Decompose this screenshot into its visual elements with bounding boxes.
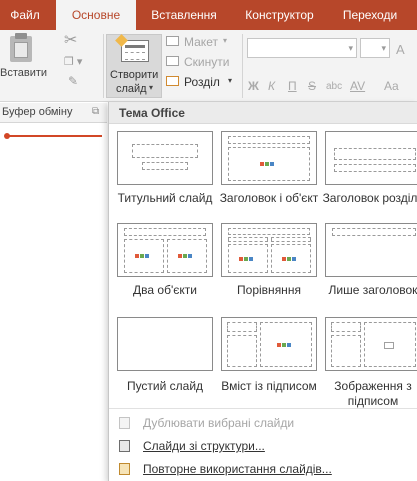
grow-font-button[interactable]: A (396, 42, 405, 57)
placeholder (331, 322, 361, 332)
layout-thumbnail (221, 317, 317, 371)
new-slide-label-line2: слайд (116, 83, 147, 95)
placeholder (331, 335, 361, 367)
layout-label: Вміст із підписом (221, 379, 317, 393)
copy-icon[interactable]: ❐ ▾ (64, 55, 82, 69)
chevron-down-icon: ▾ (381, 43, 386, 53)
group-divider (242, 34, 243, 98)
layout-thumbnail (221, 131, 317, 185)
format-painter-icon[interactable]: ✎ (68, 74, 78, 88)
content-icons (282, 255, 300, 263)
ribbon: Вставити ✂ ❐ ▾ ✎ Створити слайд ▾ Макет … (0, 30, 417, 102)
dialog-launcher-icon[interactable]: ⧉ (92, 106, 99, 117)
placeholder (124, 228, 206, 236)
paste-sheet-icon (14, 42, 28, 58)
layout-label: Порівняння (237, 283, 301, 297)
layout-label: Макет (184, 35, 218, 49)
reset-label: Скинути (184, 55, 230, 69)
italic-button[interactable]: К (268, 79, 275, 93)
menu-separator (109, 408, 417, 409)
tab-home[interactable]: Основне (56, 0, 136, 31)
section-icon (166, 76, 179, 86)
slides-from-outline-item[interactable]: Слайди зі структури... (109, 435, 417, 457)
layout-thumbnail (117, 131, 213, 185)
reuse-slides-item[interactable]: Повторне використання слайдів... (109, 458, 417, 480)
tab-transitions[interactable]: Переходи (330, 0, 410, 30)
group-divider (103, 34, 104, 98)
placeholder (227, 322, 257, 332)
layout-button[interactable]: Макет ▾ (166, 34, 238, 50)
layout-thumbnail (325, 223, 417, 277)
cut-icon[interactable]: ✂ (64, 33, 77, 49)
font-name-dropdown[interactable]: ▾ (247, 38, 357, 58)
picture-icon (384, 342, 394, 349)
chevron-down-icon: ▾ (228, 76, 233, 85)
menu-item-label: Повторне використання слайдів... (143, 462, 332, 476)
reuse-slides-icon (119, 463, 130, 475)
menu-item-label: Слайди зі структури... (143, 439, 265, 453)
layout-thumbnail (325, 317, 417, 371)
reset-icon (166, 56, 179, 66)
menu-item-label: Дублювати вибрані слайди (143, 416, 295, 430)
placeholder (334, 164, 416, 172)
placeholder (228, 237, 268, 242)
chevron-down-icon: ▾ (348, 43, 353, 53)
placeholder (132, 144, 198, 158)
layout-label: Заголовок розділу (322, 191, 417, 205)
paste-label: Вставити (0, 67, 48, 79)
layout-label: Лише заголовок (328, 283, 417, 297)
chevron-down-icon: ▾ (223, 36, 228, 45)
placeholder (228, 228, 310, 235)
tab-design[interactable]: Конструктор (232, 0, 327, 30)
spacing-button[interactable]: AV (350, 79, 365, 93)
content-icons (135, 252, 153, 260)
layout-label: Заголовок і об'єкт (219, 191, 319, 205)
layout-label: Зображення з підписом (334, 379, 412, 408)
layout-label: Два об'єкти (133, 283, 197, 297)
content-icons (277, 341, 295, 349)
layout-thumbnail (117, 317, 213, 371)
placeholder (142, 162, 188, 170)
layout-thumbnail (117, 223, 213, 277)
slide-insertion-marker (4, 133, 10, 139)
change-case-button[interactable]: Aa (384, 79, 399, 93)
bold-button[interactable]: Ж (248, 79, 259, 93)
duplicate-slides-item[interactable]: Дублювати вибрані слайди (109, 412, 417, 434)
placeholder (334, 148, 416, 160)
font-size-dropdown[interactable]: ▾ (360, 38, 390, 58)
content-icons (239, 255, 257, 263)
tab-insert[interactable]: Вставлення (138, 0, 230, 30)
slide-insertion-line (6, 135, 102, 137)
chevron-down-icon: ▾ (149, 83, 154, 92)
section-button[interactable]: Розділ ▾ (166, 74, 238, 90)
new-slide-icon (121, 40, 149, 62)
placeholder (332, 228, 416, 236)
placeholder (228, 136, 310, 144)
new-slide-gallery: Тема Office Титульний слайд Заголовок і … (108, 102, 417, 481)
shadow-button[interactable]: abc (326, 81, 342, 92)
clipboard-group-footer: Буфер обміну ⧉ (0, 103, 107, 123)
strikethrough-button[interactable]: S (308, 79, 316, 93)
new-slide-button[interactable]: Створити слайд ▾ (106, 34, 162, 98)
underline-button[interactable]: П (288, 79, 297, 93)
gallery-header: Тема Office (109, 102, 417, 124)
layout-icon (166, 36, 179, 46)
clipboard-group-label: Буфер обміну (2, 106, 73, 118)
content-icons (178, 252, 196, 260)
tab-file[interactable]: Файл (0, 0, 50, 30)
content-icons (260, 160, 278, 168)
placeholder (227, 335, 257, 367)
duplicate-icon (119, 417, 130, 429)
layout-label: Пустий слайд (126, 379, 204, 393)
paste-button[interactable]: Вставити (0, 30, 48, 90)
new-slide-label-line1: Створити (110, 69, 159, 81)
reset-button[interactable]: Скинути (166, 54, 238, 70)
ribbon-tab-bar: Файл Основне Вставлення Конструктор Пере… (0, 0, 417, 31)
placeholder (271, 237, 311, 242)
outline-icon (119, 440, 130, 452)
section-label: Розділ (184, 75, 220, 89)
layout-label: Титульний слайд (117, 191, 213, 205)
layout-thumbnail (325, 131, 417, 185)
layout-thumbnail (221, 223, 317, 277)
